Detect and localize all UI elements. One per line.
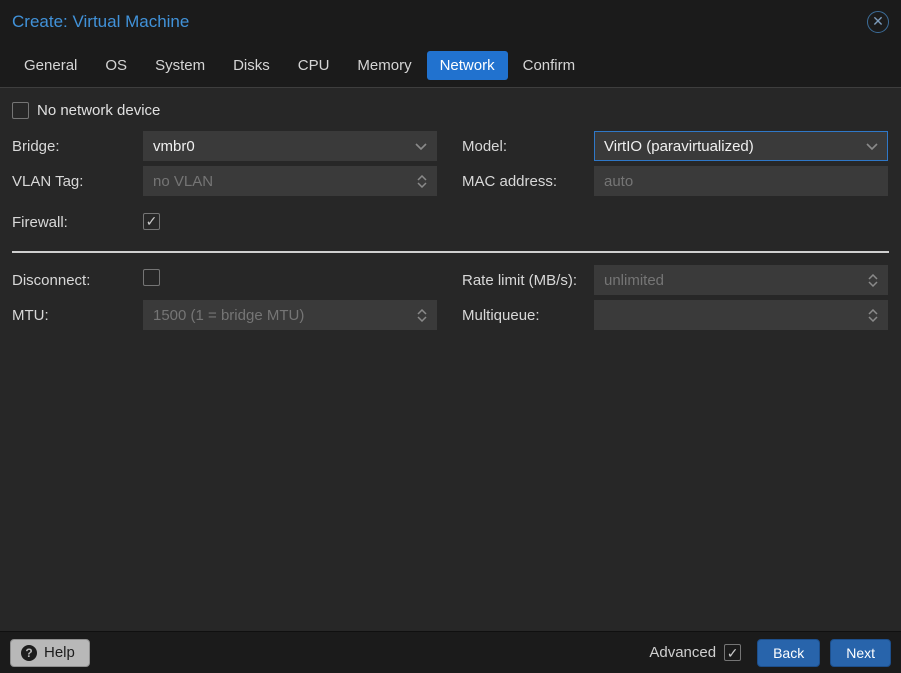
create-vm-dialog: Create: Virtual Machine ✕ General OS Sys… — [0, 0, 901, 673]
mtu-multiqueue-row: MTU: Multiqueue: — [12, 300, 889, 330]
tab-os[interactable]: OS — [92, 51, 140, 80]
tab-general[interactable]: General — [11, 51, 90, 80]
disconnect-rate-row: Disconnect: Rate limit (MB/s): — [12, 265, 889, 295]
spinner-icon[interactable] — [868, 273, 878, 287]
bridge-model-row: Bridge: Model: — [12, 131, 889, 161]
multiqueue-input[interactable] — [604, 306, 862, 324]
rate-limit-spinner[interactable] — [594, 265, 888, 295]
dialog-title: Create: Virtual Machine — [12, 12, 190, 31]
tab-disks[interactable]: Disks — [220, 51, 283, 80]
advanced-toggle: Advanced — [649, 644, 742, 661]
spinner-icon[interactable] — [417, 174, 427, 188]
tab-memory[interactable]: Memory — [344, 51, 424, 80]
dialog-titlebar: Create: Virtual Machine ✕ — [0, 0, 901, 44]
spinner-icon[interactable] — [417, 308, 427, 322]
model-label: Model: — [462, 137, 508, 155]
model-combobox[interactable] — [594, 131, 888, 161]
multiqueue-label: Multiqueue: — [462, 306, 540, 324]
bridge-input[interactable] — [153, 137, 409, 155]
footer-actions: Advanced Back Next — [649, 638, 891, 667]
question-icon: ? — [21, 644, 37, 661]
bridge-label: Bridge: — [12, 137, 60, 155]
wizard-tabbar: General OS System Disks CPU Memory Netwo… — [0, 44, 901, 88]
mac-address-label: MAC address: — [462, 172, 558, 190]
vlan-mac-row: VLAN Tag: MAC address: — [12, 166, 889, 196]
vlan-tag-spinner[interactable] — [143, 166, 437, 196]
spinner-icon[interactable] — [868, 308, 878, 322]
tab-network[interactable]: Network — [426, 51, 508, 80]
rate-limit-label: Rate limit (MB/s): — [462, 271, 578, 289]
back-button[interactable]: Back — [757, 638, 821, 667]
vlan-tag-label: VLAN Tag: — [12, 172, 84, 190]
dialog-footer: ? Help Advanced Back Next — [0, 631, 901, 673]
network-form: No network device Bridge: Model: VLAN T — [0, 88, 901, 631]
firewall-label: Firewall: — [12, 213, 68, 231]
help-button[interactable]: ? Help — [10, 638, 90, 667]
mtu-input[interactable] — [153, 306, 411, 324]
mtu-label: MTU: — [12, 306, 49, 324]
tab-cpu[interactable]: CPU — [285, 51, 343, 80]
firewall-checkbox[interactable] — [143, 212, 160, 230]
firewall-row: Firewall: — [12, 207, 889, 237]
no-network-device-label: No network device — [37, 102, 161, 119]
chevron-down-icon[interactable] — [866, 142, 878, 150]
next-button[interactable]: Next — [830, 638, 891, 667]
close-icon[interactable]: ✕ — [867, 11, 889, 33]
advanced-checkbox[interactable] — [724, 644, 742, 661]
model-input[interactable] — [604, 137, 860, 155]
rate-limit-input[interactable] — [604, 271, 862, 289]
vlan-tag-input[interactable] — [153, 172, 411, 190]
advanced-label: Advanced — [649, 644, 717, 661]
tab-confirm[interactable]: Confirm — [510, 51, 589, 80]
chevron-down-icon[interactable] — [415, 142, 427, 150]
no-network-device-row: No network device — [12, 102, 889, 119]
bridge-combobox[interactable] — [143, 131, 437, 161]
mac-address-field[interactable] — [594, 166, 888, 196]
disconnect-label: Disconnect: — [12, 271, 91, 289]
no-network-device-checkbox[interactable] — [12, 102, 29, 119]
mtu-spinner[interactable] — [143, 300, 437, 330]
multiqueue-spinner[interactable] — [594, 300, 888, 330]
disconnect-checkbox[interactable] — [143, 269, 160, 286]
help-button-label: Help — [44, 644, 75, 661]
mac-address-input[interactable] — [604, 172, 878, 190]
section-divider — [12, 251, 889, 253]
tab-system[interactable]: System — [142, 51, 218, 80]
